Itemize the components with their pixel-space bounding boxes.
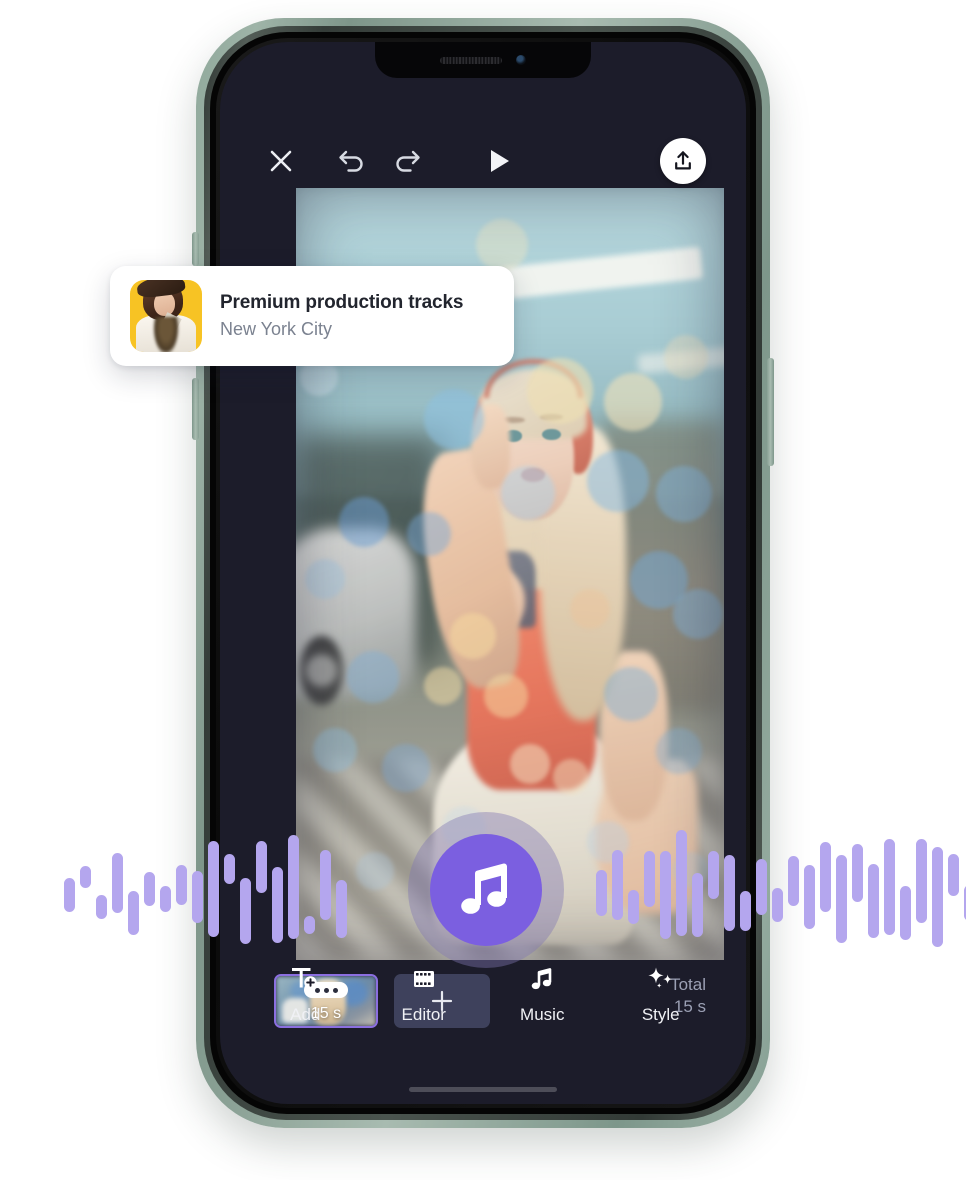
waveform-bar — [852, 844, 863, 902]
waveform-bar — [900, 886, 911, 940]
waveform-bar — [112, 853, 123, 913]
waveform-bar — [916, 839, 927, 923]
silent-switch[interactable] — [192, 232, 199, 266]
album-artwork — [130, 280, 202, 352]
waveform-bar — [176, 865, 187, 905]
share-button[interactable] — [660, 138, 706, 184]
upload-icon — [675, 151, 691, 170]
waveform-bar — [820, 842, 831, 912]
volume-down-button[interactable] — [192, 378, 199, 440]
home-indicator — [409, 1087, 557, 1092]
waveform-bar — [868, 864, 879, 938]
waveform-bar — [144, 872, 155, 906]
music-fab-circle[interactable] — [430, 834, 542, 946]
nav-label-music: Music — [520, 1005, 565, 1024]
redo-icon[interactable] — [392, 147, 422, 175]
waveform-bar — [64, 878, 75, 912]
waveform-bar — [788, 856, 799, 906]
waveform-bar — [804, 865, 815, 929]
nav-label-add: Add — [290, 1005, 321, 1024]
waveform-bar — [948, 854, 959, 896]
nav-item-music[interactable]: Music — [496, 963, 588, 1025]
nav-item-add[interactable]: Add — [259, 963, 351, 1025]
music-note-icon — [461, 863, 507, 914]
music-card-title: Premium production tracks — [220, 292, 464, 313]
music-fab[interactable] — [408, 812, 564, 968]
sparkle-icon — [646, 963, 676, 995]
nav-item-style[interactable]: Style — [615, 963, 707, 1025]
music-card-text: Premium production tracks New York City — [220, 292, 463, 340]
nav-item-editor[interactable]: Editor — [378, 963, 470, 1025]
play-icon[interactable] — [488, 148, 512, 174]
power-button[interactable] — [767, 358, 774, 466]
text-add-icon — [290, 963, 320, 995]
music-track-card[interactable]: Premium production tracks New York City — [110, 266, 514, 366]
earpiece-speaker-icon — [440, 56, 502, 64]
waveform-bar — [96, 895, 107, 919]
screenshot-root: 15 s Total 15 s Add Editor Music Style P… — [0, 0, 966, 1180]
waveform-bar — [80, 866, 91, 888]
music-card-subtitle: New York City — [220, 319, 333, 339]
waveform-bar — [128, 891, 139, 935]
close-icon[interactable] — [268, 148, 294, 174]
waveform-bar — [884, 839, 895, 935]
waveform-bar — [772, 888, 783, 922]
waveform-bar — [160, 886, 171, 912]
nav-label-editor: Editor — [401, 1005, 446, 1024]
editor-top-toolbar — [220, 118, 746, 204]
waveform-bar — [932, 847, 943, 947]
undo-icon[interactable] — [337, 147, 367, 175]
nav-label-style: Style — [641, 1005, 680, 1024]
waveform-bar — [836, 855, 847, 943]
phone-notch — [375, 42, 591, 78]
front-camera-icon — [516, 55, 526, 65]
